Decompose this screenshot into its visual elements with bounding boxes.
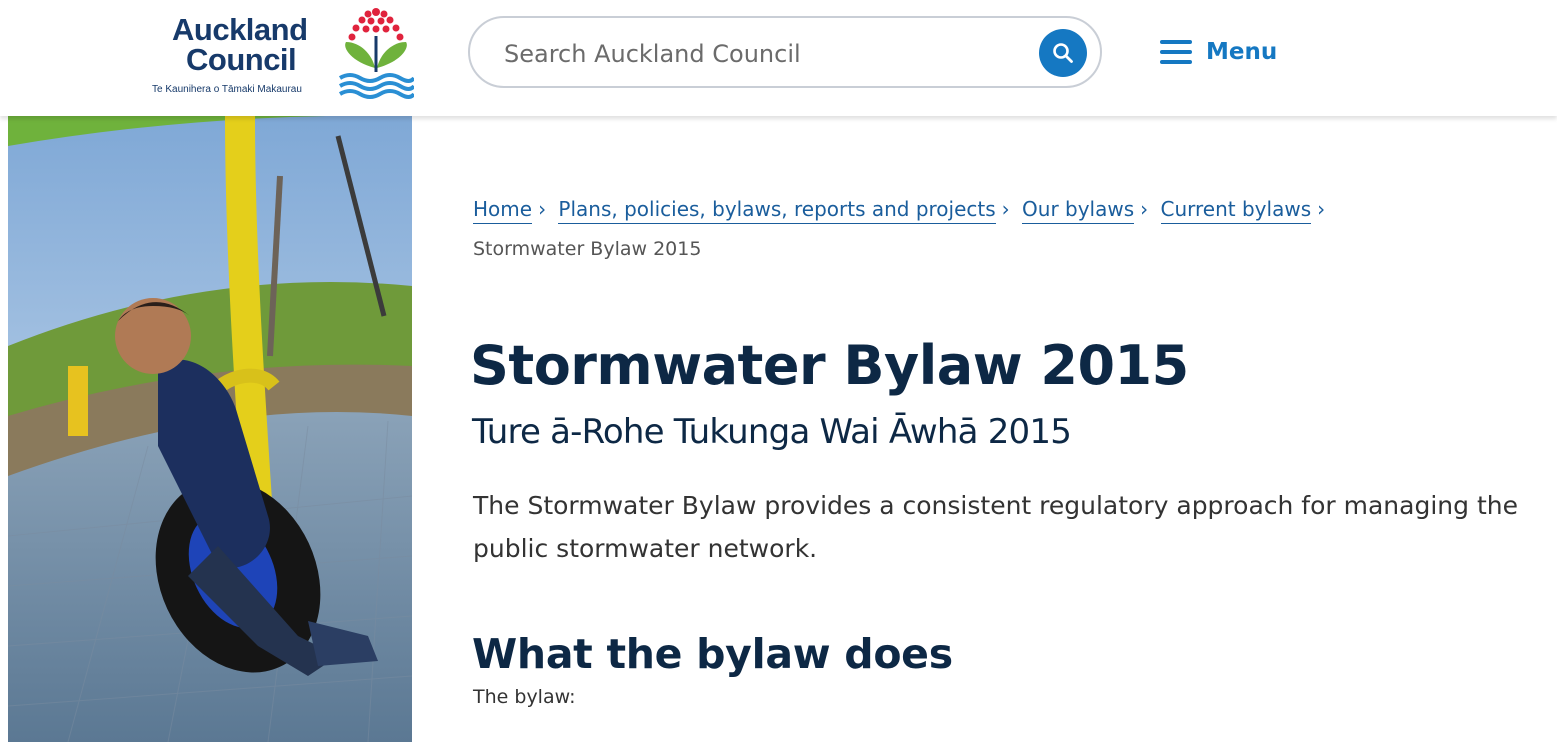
breadcrumb-link-our-bylaws[interactable]: Our bylaws: [1022, 197, 1135, 224]
hero-photo-child-on-tyre-swing: [8, 116, 412, 742]
search-bar: [468, 16, 1102, 88]
search-button[interactable]: [1039, 29, 1087, 77]
menu-button[interactable]: Menu: [1160, 32, 1277, 72]
chevron-right-icon: ›: [1001, 197, 1010, 221]
page-subtitle-maori: Ture ā-Rohe Tukunga Wai Āwhā 2015: [472, 412, 1072, 452]
logo-text-council: Council: [186, 42, 297, 77]
logo-text-auckland: Auckland: [172, 12, 308, 47]
chevron-right-icon: ›: [1140, 197, 1149, 221]
menu-label: Menu: [1206, 39, 1278, 65]
breadcrumb-link-current-bylaws[interactable]: Current bylaws: [1160, 197, 1312, 224]
page-title: Stormwater Bylaw 2015: [470, 334, 1189, 397]
pohutukawa-logo-icon: [338, 8, 414, 99]
auckland-council-logo[interactable]: Auckland Council Te Kaunihera o Tāmaki M…: [152, 6, 414, 106]
search-input[interactable]: [502, 36, 1026, 72]
chevron-right-icon: ›: [1317, 197, 1326, 221]
site-header: Auckland Council Te Kaunihera o Tāmaki M…: [0, 0, 1557, 116]
hamburger-icon: [1160, 40, 1192, 64]
section-heading: What the bylaw does: [472, 630, 953, 678]
intro-paragraph: The Stormwater Bylaw provides a consiste…: [473, 491, 1518, 563]
logo-tagline: Te Kaunihera o Tāmaki Makaurau: [152, 84, 302, 95]
chevron-right-icon: ›: [538, 197, 547, 221]
search-icon: [1053, 43, 1073, 63]
breadcrumb-current: Stormwater Bylaw 2015: [473, 238, 702, 260]
breadcrumb: Home › Plans, policies, bylaws, reports a…: [473, 192, 1533, 266]
breadcrumb-link-plans[interactable]: Plans, policies, bylaws, reports and pro…: [558, 197, 996, 224]
section-text: The bylaw:: [473, 686, 576, 708]
breadcrumb-link-home[interactable]: Home: [473, 197, 533, 224]
